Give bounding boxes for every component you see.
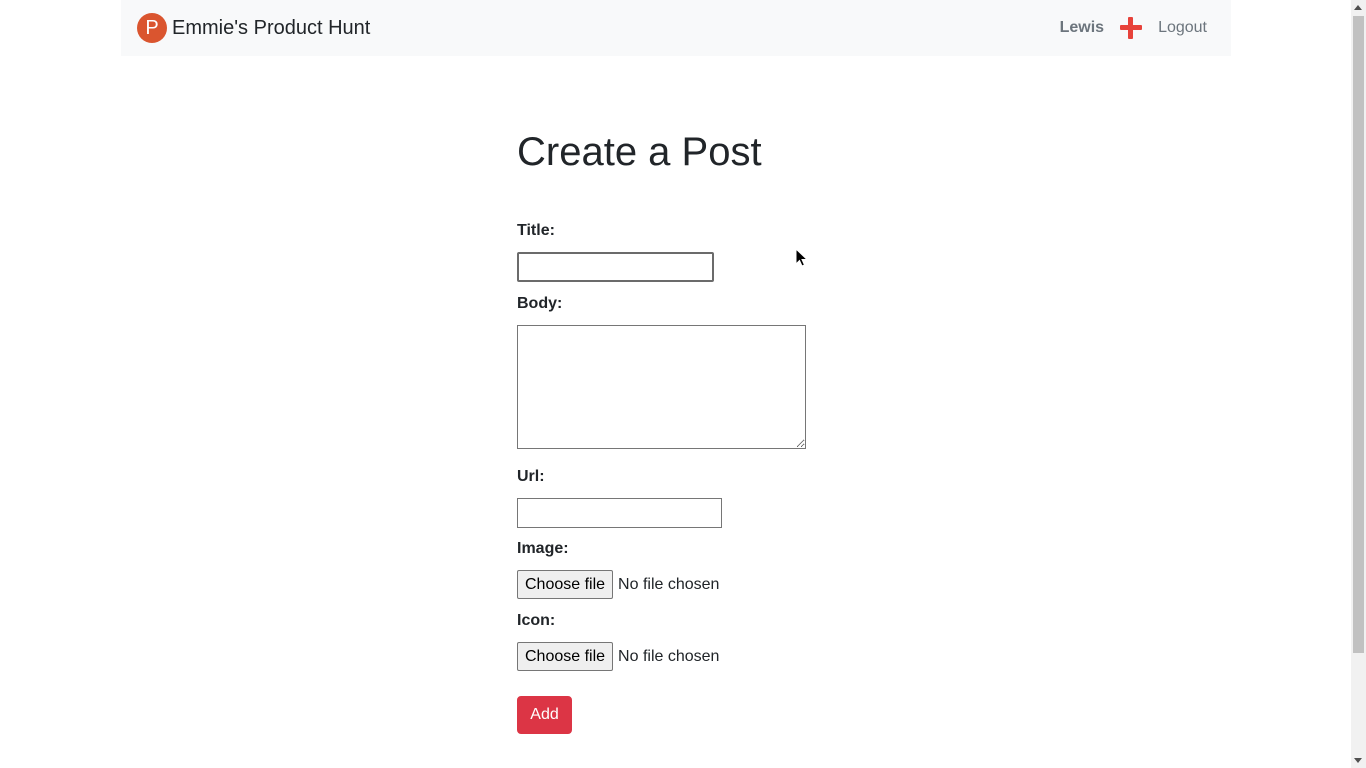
image-label: Image:	[517, 540, 569, 557]
plus-icon[interactable]	[1120, 17, 1143, 39]
title-label: Title:	[517, 222, 555, 239]
mouse-cursor-icon	[795, 248, 809, 267]
brand-name: Emmie's Product Hunt	[172, 16, 371, 39]
user-name-link[interactable]: Lewis	[1060, 19, 1104, 37]
icon-file-status: No file chosen	[618, 647, 720, 665]
body-label: Body:	[517, 295, 563, 312]
nav-right: Lewis Logout	[1060, 0, 1207, 56]
body-textarea[interactable]	[517, 325, 806, 449]
url-input[interactable]	[517, 498, 722, 528]
url-label: Url:	[517, 468, 545, 485]
image-choose-file-button[interactable]: Choose file	[517, 570, 614, 599]
navbar: P Emmie's Product Hunt Lewis Logout	[121, 0, 1231, 56]
page-title: Create a Post	[517, 130, 762, 174]
scrollbar-thumb[interactable]	[1353, 16, 1364, 653]
add-button[interactable]: Add	[517, 696, 572, 734]
product-hunt-logo-icon: P	[137, 13, 167, 43]
vertical-scrollbar[interactable]	[1351, 0, 1366, 768]
icon-file-input: Choose file No file chosen	[517, 642, 719, 671]
scroll-down-arrow-icon[interactable]	[1354, 758, 1362, 763]
icon-choose-file-button[interactable]: Choose file	[517, 642, 614, 671]
image-file-input: Choose file No file chosen	[517, 570, 719, 599]
scroll-up-arrow-icon[interactable]	[1354, 5, 1362, 10]
icon-label: Icon:	[517, 612, 556, 629]
logout-link[interactable]: Logout	[1158, 19, 1207, 37]
image-file-status: No file chosen	[618, 575, 720, 593]
title-input[interactable]	[517, 252, 714, 282]
brand-link[interactable]: P Emmie's Product Hunt	[137, 13, 370, 43]
